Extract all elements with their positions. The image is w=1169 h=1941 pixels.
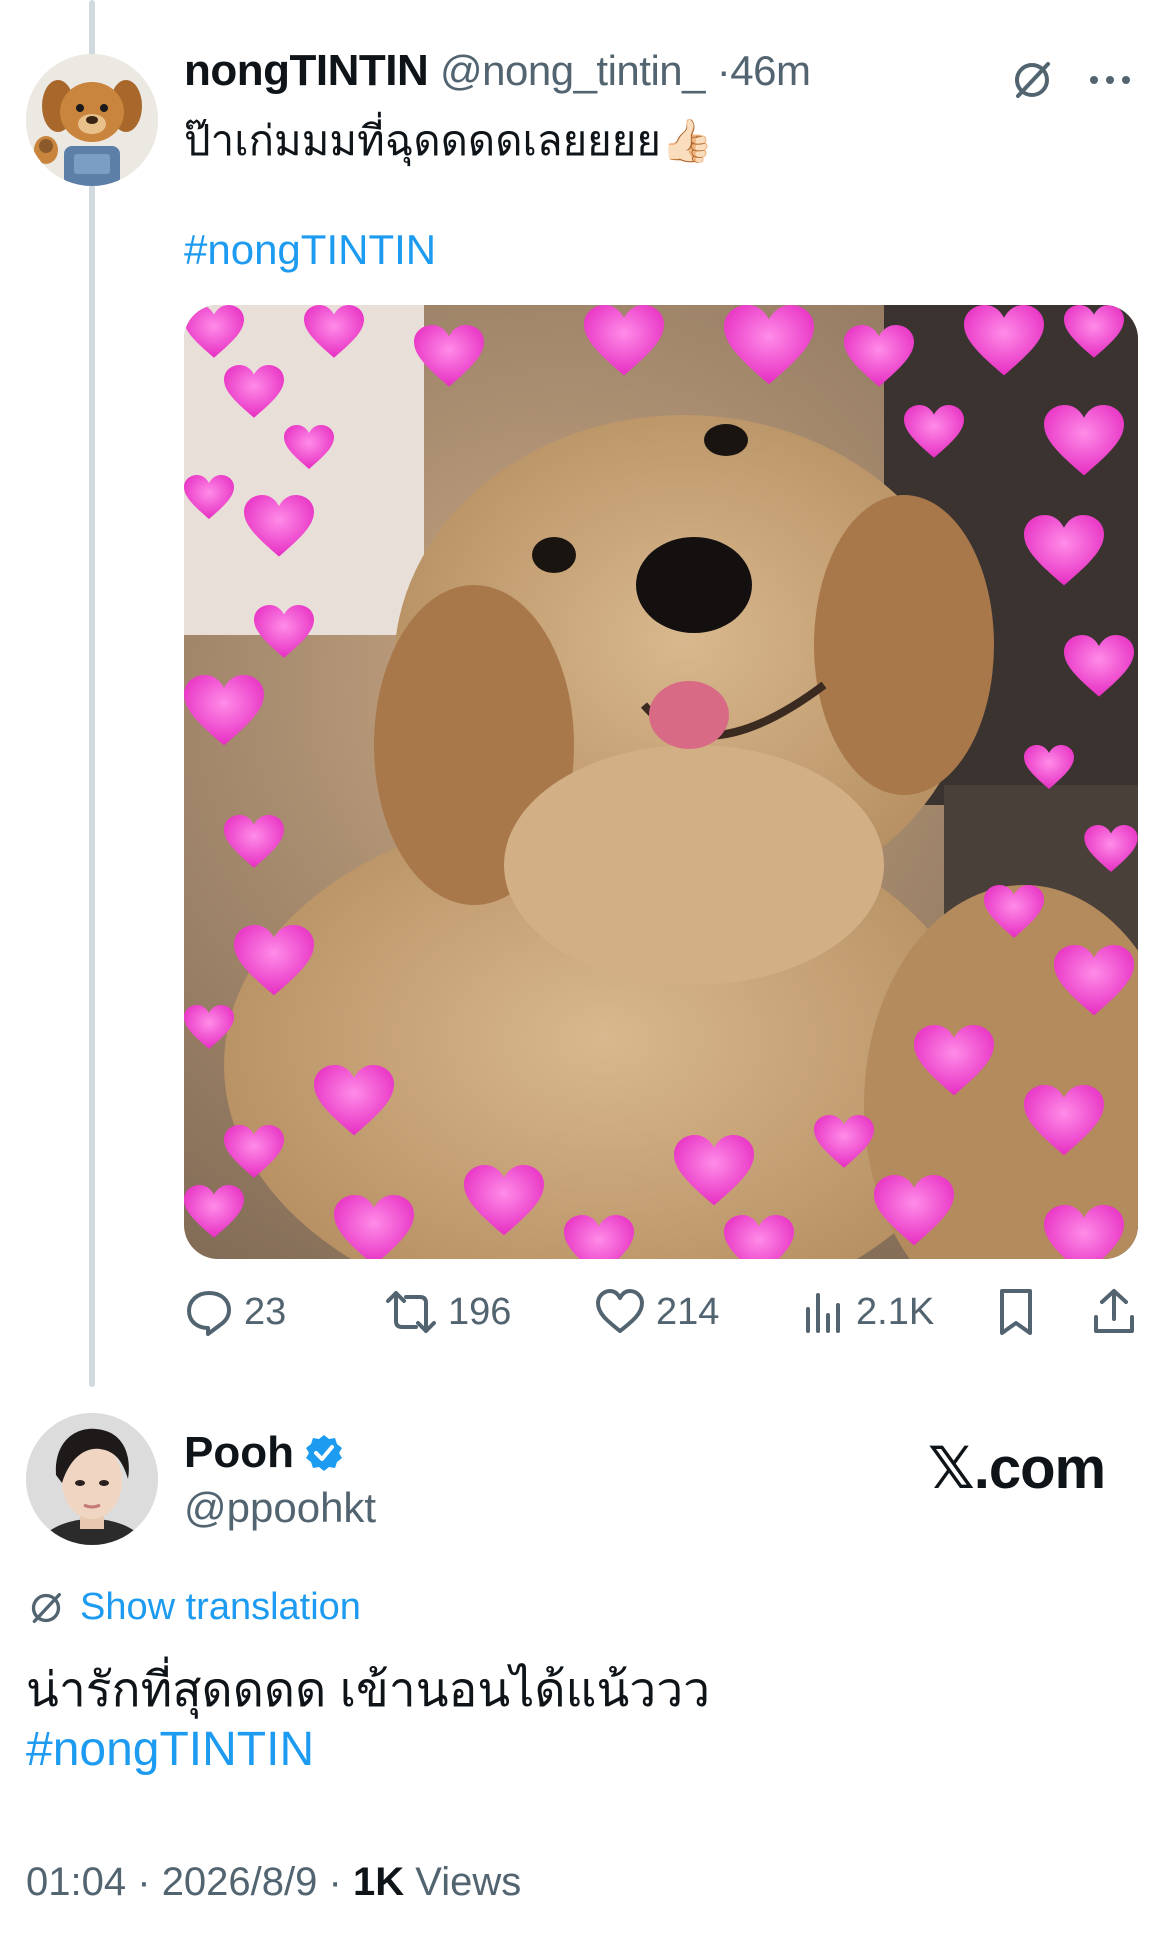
- views-label: Views: [415, 1860, 522, 1904]
- reply-count: 23: [244, 1290, 287, 1333]
- repost-icon: [386, 1291, 436, 1333]
- separator-dot: ·: [137, 1860, 151, 1904]
- puppy-image: [184, 305, 1138, 1259]
- display-name[interactable]: nongTINTIN: [184, 46, 429, 95]
- handle[interactable]: @ppoohkt: [184, 1484, 376, 1532]
- x-logo-suffix: .com: [973, 1435, 1106, 1501]
- show-translation-link[interactable]: Show translation: [26, 1586, 361, 1629]
- avatar[interactable]: [26, 54, 158, 186]
- views-count: 1K: [352, 1860, 405, 1904]
- repost-count: 196: [448, 1290, 512, 1333]
- like-count: 214: [656, 1290, 720, 1333]
- tweet-time[interactable]: 01:04: [26, 1860, 126, 1904]
- tweet-date[interactable]: 2026/8/9: [162, 1860, 318, 1904]
- bookmark-icon: [1000, 1289, 1032, 1335]
- x-logo-watermark: 𝕏 .com: [928, 1434, 1106, 1502]
- show-translation-label: Show translation: [80, 1586, 361, 1628]
- repost-button[interactable]: 196: [384, 1282, 511, 1342]
- tweet-text: ป๊าเก่มมมที่ฉุดดดดเลยยยย👍🏻: [184, 117, 714, 164]
- handle[interactable]: @nong_tintin_: [440, 47, 706, 94]
- tweet-text: น่ารักที่สุดดดด เข้านอนได้แน้ววว: [26, 1664, 711, 1717]
- thread-line: [89, 0, 95, 1387]
- display-name[interactable]: Pooh: [184, 1428, 294, 1478]
- bear-mascot-image: [26, 54, 158, 186]
- avatar[interactable]: [26, 1413, 158, 1545]
- profile-photo: [26, 1413, 158, 1545]
- hashtag-link[interactable]: #nongTINTIN: [26, 1722, 314, 1777]
- more-icon[interactable]: [1082, 58, 1138, 102]
- translate-icon[interactable]: [1004, 52, 1060, 108]
- share-icon: [1094, 1289, 1134, 1333]
- views-button[interactable]: 2.1K: [802, 1282, 934, 1342]
- author-name-row: Pooh: [184, 1428, 344, 1478]
- timestamp[interactable]: 46m: [730, 47, 811, 94]
- verified-badge-icon: [305, 1435, 342, 1471]
- translate-icon: [31, 1592, 61, 1623]
- reply-icon: [187, 1291, 231, 1336]
- views-count: 2.1K: [856, 1290, 935, 1333]
- x-logo-icon: 𝕏: [928, 1434, 975, 1502]
- views-icon: [806, 1293, 840, 1333]
- tweet-actions: 23 196 214 2.1K: [184, 1282, 1138, 1342]
- hashtag-link[interactable]: #nongTINTIN: [184, 226, 436, 274]
- like-button[interactable]: 214: [594, 1282, 719, 1342]
- separator-dot: ·: [328, 1860, 342, 1904]
- tweet-metadata: 01:04 · 2026/8/9 · 1K Views: [26, 1860, 521, 1905]
- tweet-media[interactable]: [184, 305, 1138, 1259]
- reply-button[interactable]: 23: [184, 1282, 286, 1342]
- separator-dot: ·: [716, 47, 731, 94]
- tweet-header: nongTINTIN @nong_tintin_ ·46m: [184, 46, 811, 96]
- like-icon: [596, 1289, 644, 1333]
- bookmark-button[interactable]: [994, 1282, 1038, 1342]
- share-button[interactable]: [1090, 1282, 1138, 1342]
